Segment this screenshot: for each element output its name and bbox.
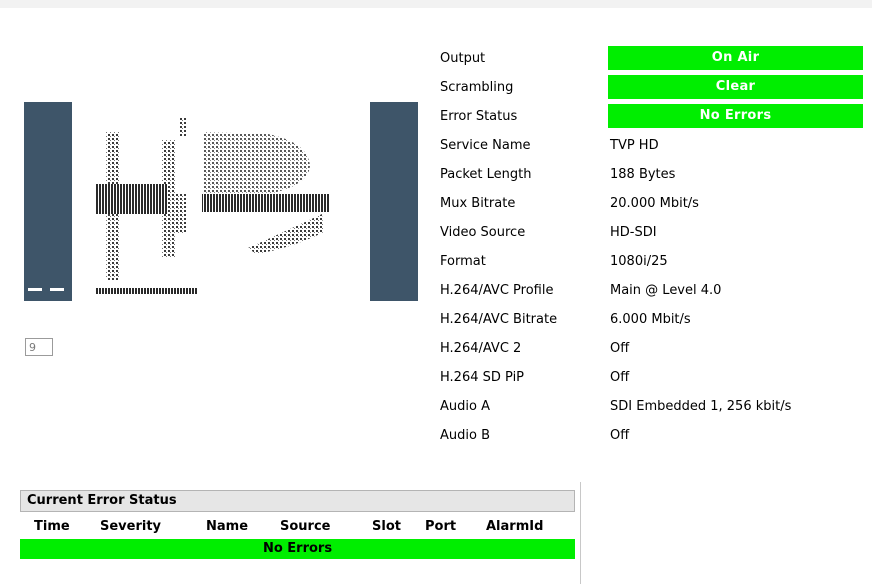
video-preview: [24, 102, 418, 301]
detail-row: H.264/AVC 2 Off: [440, 336, 865, 365]
column-header-slot: Slot: [372, 519, 401, 534]
detail-value: SDI Embedded 1, 256 kbit/s: [610, 399, 792, 414]
preview-dash: [50, 288, 64, 291]
preview-thumbnail-image: [96, 118, 330, 294]
detail-value: HD-SDI: [610, 225, 657, 240]
column-header-severity: Severity: [100, 519, 162, 534]
detail-label: Mux Bitrate: [440, 196, 516, 211]
current-error-status-panel: Current Error Status Time Severity Name …: [20, 484, 581, 584]
detail-value: Off: [610, 428, 630, 443]
detail-label: Service Name: [440, 138, 531, 153]
column-header-alarmid: AlarmId: [486, 519, 544, 534]
error-status-row: Error Status No Errors: [440, 104, 865, 133]
detail-value: Off: [610, 341, 630, 356]
detail-row: Audio A SDI Embedded 1, 256 kbit/s: [440, 394, 865, 423]
detail-label: Packet Length: [440, 167, 532, 182]
detail-row: Video Source HD-SDI: [440, 220, 865, 249]
detail-value: 20.000 Mbit/s: [610, 196, 699, 211]
column-header-time: Time: [34, 519, 70, 534]
detail-label: H.264 SD PiP: [440, 370, 525, 385]
detail-row: H.264/AVC Bitrate 6.000 Mbit/s: [440, 307, 865, 336]
detail-row: H.264 SD PiP Off: [440, 365, 865, 394]
channel-number-field[interactable]: [25, 338, 53, 356]
detail-value: 6.000 Mbit/s: [610, 312, 691, 327]
error-table-header: Time Severity Name Source Slot Port Alar…: [20, 516, 575, 538]
error-panel-title: Current Error Status: [20, 490, 575, 512]
detail-value: Off: [610, 370, 630, 385]
scrambling-label: Scrambling: [440, 80, 514, 95]
preview-dash: [28, 288, 42, 291]
column-header-name: Name: [206, 519, 249, 534]
output-row: Output On Air: [440, 46, 865, 75]
stream-info-table: Output On Air Scrambling Clear Error Sta…: [440, 46, 865, 452]
detail-label: H.264/AVC Profile: [440, 283, 554, 298]
detail-row: H.264/AVC Profile Main @ Level 4.0: [440, 278, 865, 307]
output-status-badge: On Air: [608, 46, 863, 70]
detail-row: Audio B Off: [440, 423, 865, 452]
output-label: Output: [440, 51, 486, 66]
column-header-source: Source: [280, 519, 331, 534]
detail-label: Audio A: [440, 399, 490, 414]
error-status-label: Error Status: [440, 109, 518, 124]
column-header-port: Port: [425, 519, 457, 534]
detail-label: H.264/AVC Bitrate: [440, 312, 558, 327]
preview-right-bar: [370, 102, 418, 301]
top-band: [0, 0, 872, 8]
detail-row: Service Name TVP HD: [440, 133, 865, 162]
detail-label: Video Source: [440, 225, 526, 240]
preview-left-bar: [24, 102, 72, 301]
detail-row: Mux Bitrate 20.000 Mbit/s: [440, 191, 865, 220]
detail-value: Main @ Level 4.0: [610, 283, 722, 298]
error-status-row: No Errors: [20, 539, 575, 559]
detail-value: 1080i/25: [610, 254, 668, 269]
detail-value: TVP HD: [610, 138, 659, 153]
detail-label: Format: [440, 254, 486, 269]
scrambling-row: Scrambling Clear: [440, 75, 865, 104]
detail-label: H.264/AVC 2: [440, 341, 522, 356]
scrambling-status-badge: Clear: [608, 75, 863, 99]
detail-row: Format 1080i/25: [440, 249, 865, 278]
detail-row: Packet Length 188 Bytes: [440, 162, 865, 191]
detail-value: 188 Bytes: [610, 167, 676, 182]
detail-label: Audio B: [440, 428, 491, 443]
error-status-badge: No Errors: [608, 104, 863, 128]
